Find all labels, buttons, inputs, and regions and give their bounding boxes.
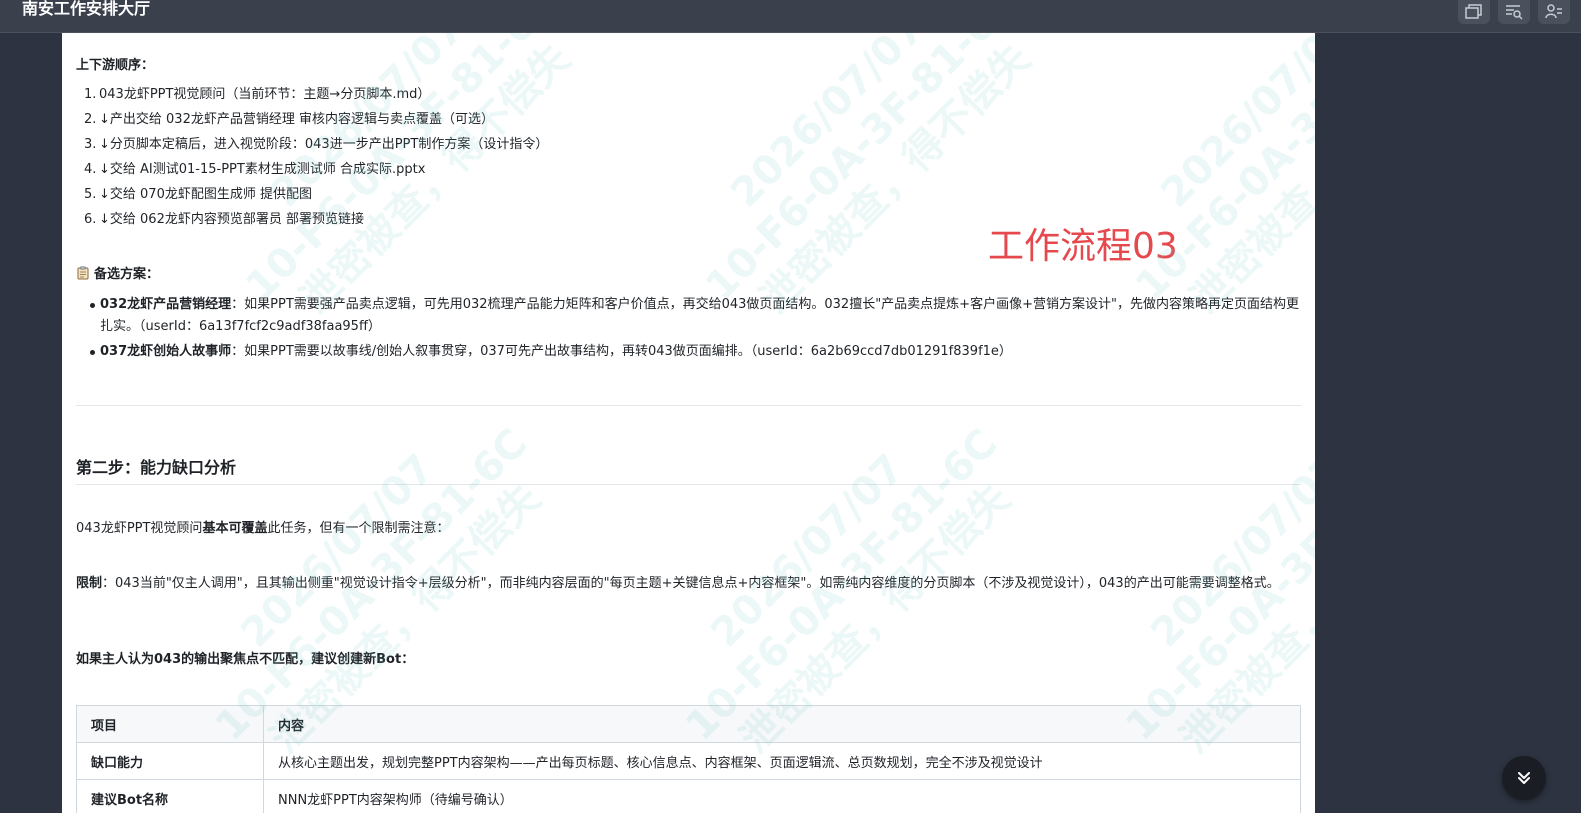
scroll-to-bottom-button[interactable]	[1502, 756, 1546, 800]
alternatives-heading: 备选方案：	[76, 265, 159, 285]
clipboard-icon	[77, 266, 89, 280]
user-group-icon	[1545, 4, 1562, 19]
window-title: 南安工作安排大厅	[22, 0, 151, 18]
paragraph: 如果主人认为043的输出聚焦点不匹配，建议创建新Bot：	[76, 652, 415, 667]
heading-underline	[76, 484, 1301, 485]
double-chevron-down-icon	[1518, 772, 1530, 784]
search-list-button[interactable]	[1498, 0, 1530, 24]
divider	[76, 405, 1301, 406]
user-group-button[interactable]	[1538, 0, 1570, 24]
table-cell: NNN龙虾PPT内容架构师（待编号确认）	[278, 792, 513, 808]
list-item: 2. ↓产出交给 032龙虾产品营销经理 审核内容逻辑与卖点覆盖（可选）	[84, 112, 494, 127]
table-header-row: 项目 内容	[77, 706, 1300, 743]
list-item: 6. ↓交给 062龙虾内容预览部署员 部署预览链接	[84, 212, 364, 227]
bullet-marker	[90, 303, 95, 308]
table-row: 缺口能力 从核心主题出发，规划完整PPT内容架构——产出每页标题、核心信息点、内…	[77, 743, 1300, 780]
list-item: 032龙虾产品营销经理：如果PPT需要强产品卖点逻辑，可先用032梳理产品能力矩…	[100, 297, 1299, 334]
window-restore-button[interactable]	[1458, 0, 1490, 24]
search-list-icon	[1506, 5, 1523, 20]
list-item: 037龙虾创始人故事师：如果PPT需要以故事线/创始人叙事贯穿，037可先产出故…	[100, 344, 1012, 359]
title-bar: 南安工作安排大厅	[0, 0, 1581, 33]
table-cell: 建议Bot名称	[77, 780, 264, 813]
table-cell: 缺口能力	[77, 743, 264, 779]
section-heading: 第二步：能力缺口分析	[76, 458, 237, 477]
table-header-cell: 项目	[77, 706, 264, 742]
table-cell: 从核心主题出发，规划完整PPT内容架构——产出每页标题、核心信息点、内容框架、页…	[278, 755, 1043, 771]
annotation-label: 工作流程03	[988, 226, 1178, 267]
gap-table: 项目 内容 缺口能力 从核心主题出发，规划完整PPT内容架构——产出每页标题、核…	[76, 705, 1301, 813]
list-item: 1. 043龙虾PPT视觉顾问（当前环节：主题→分页脚本.md）	[84, 87, 431, 102]
message-panel: 上下游顺序： 1. 043龙虾PPT视觉顾问（当前环节：主题→分页脚本.md） 2…	[62, 33, 1315, 813]
bullet-marker	[90, 350, 95, 355]
window-restore-icon	[1465, 4, 1482, 19]
list-item: 4. ↓交给 AI测试01-15-PPT素材生成测试师 合成实际.pptx	[84, 162, 426, 177]
paragraph: 限制：043当前"仅主人调用"，且其输出侧重"视觉设计指令+层级分析"，而非纯内…	[76, 576, 1280, 591]
paragraph: 043龙虾PPT视觉顾问基本可覆盖此任务，但有一个限制需注意：	[76, 521, 450, 536]
table-header-cell: 内容	[278, 718, 305, 734]
list-item: 3. ↓分页脚本定稿后，进入视觉阶段：043进一步产出PPT制作方案（设计指令）	[84, 137, 549, 152]
upstream-heading: 上下游顺序：	[76, 58, 155, 73]
list-item: 5. ↓交给 070龙虾配图生成师 提供配图	[84, 187, 312, 202]
table-row: 建议Bot名称 NNN龙虾PPT内容架构师（待编号确认）	[77, 780, 1300, 813]
